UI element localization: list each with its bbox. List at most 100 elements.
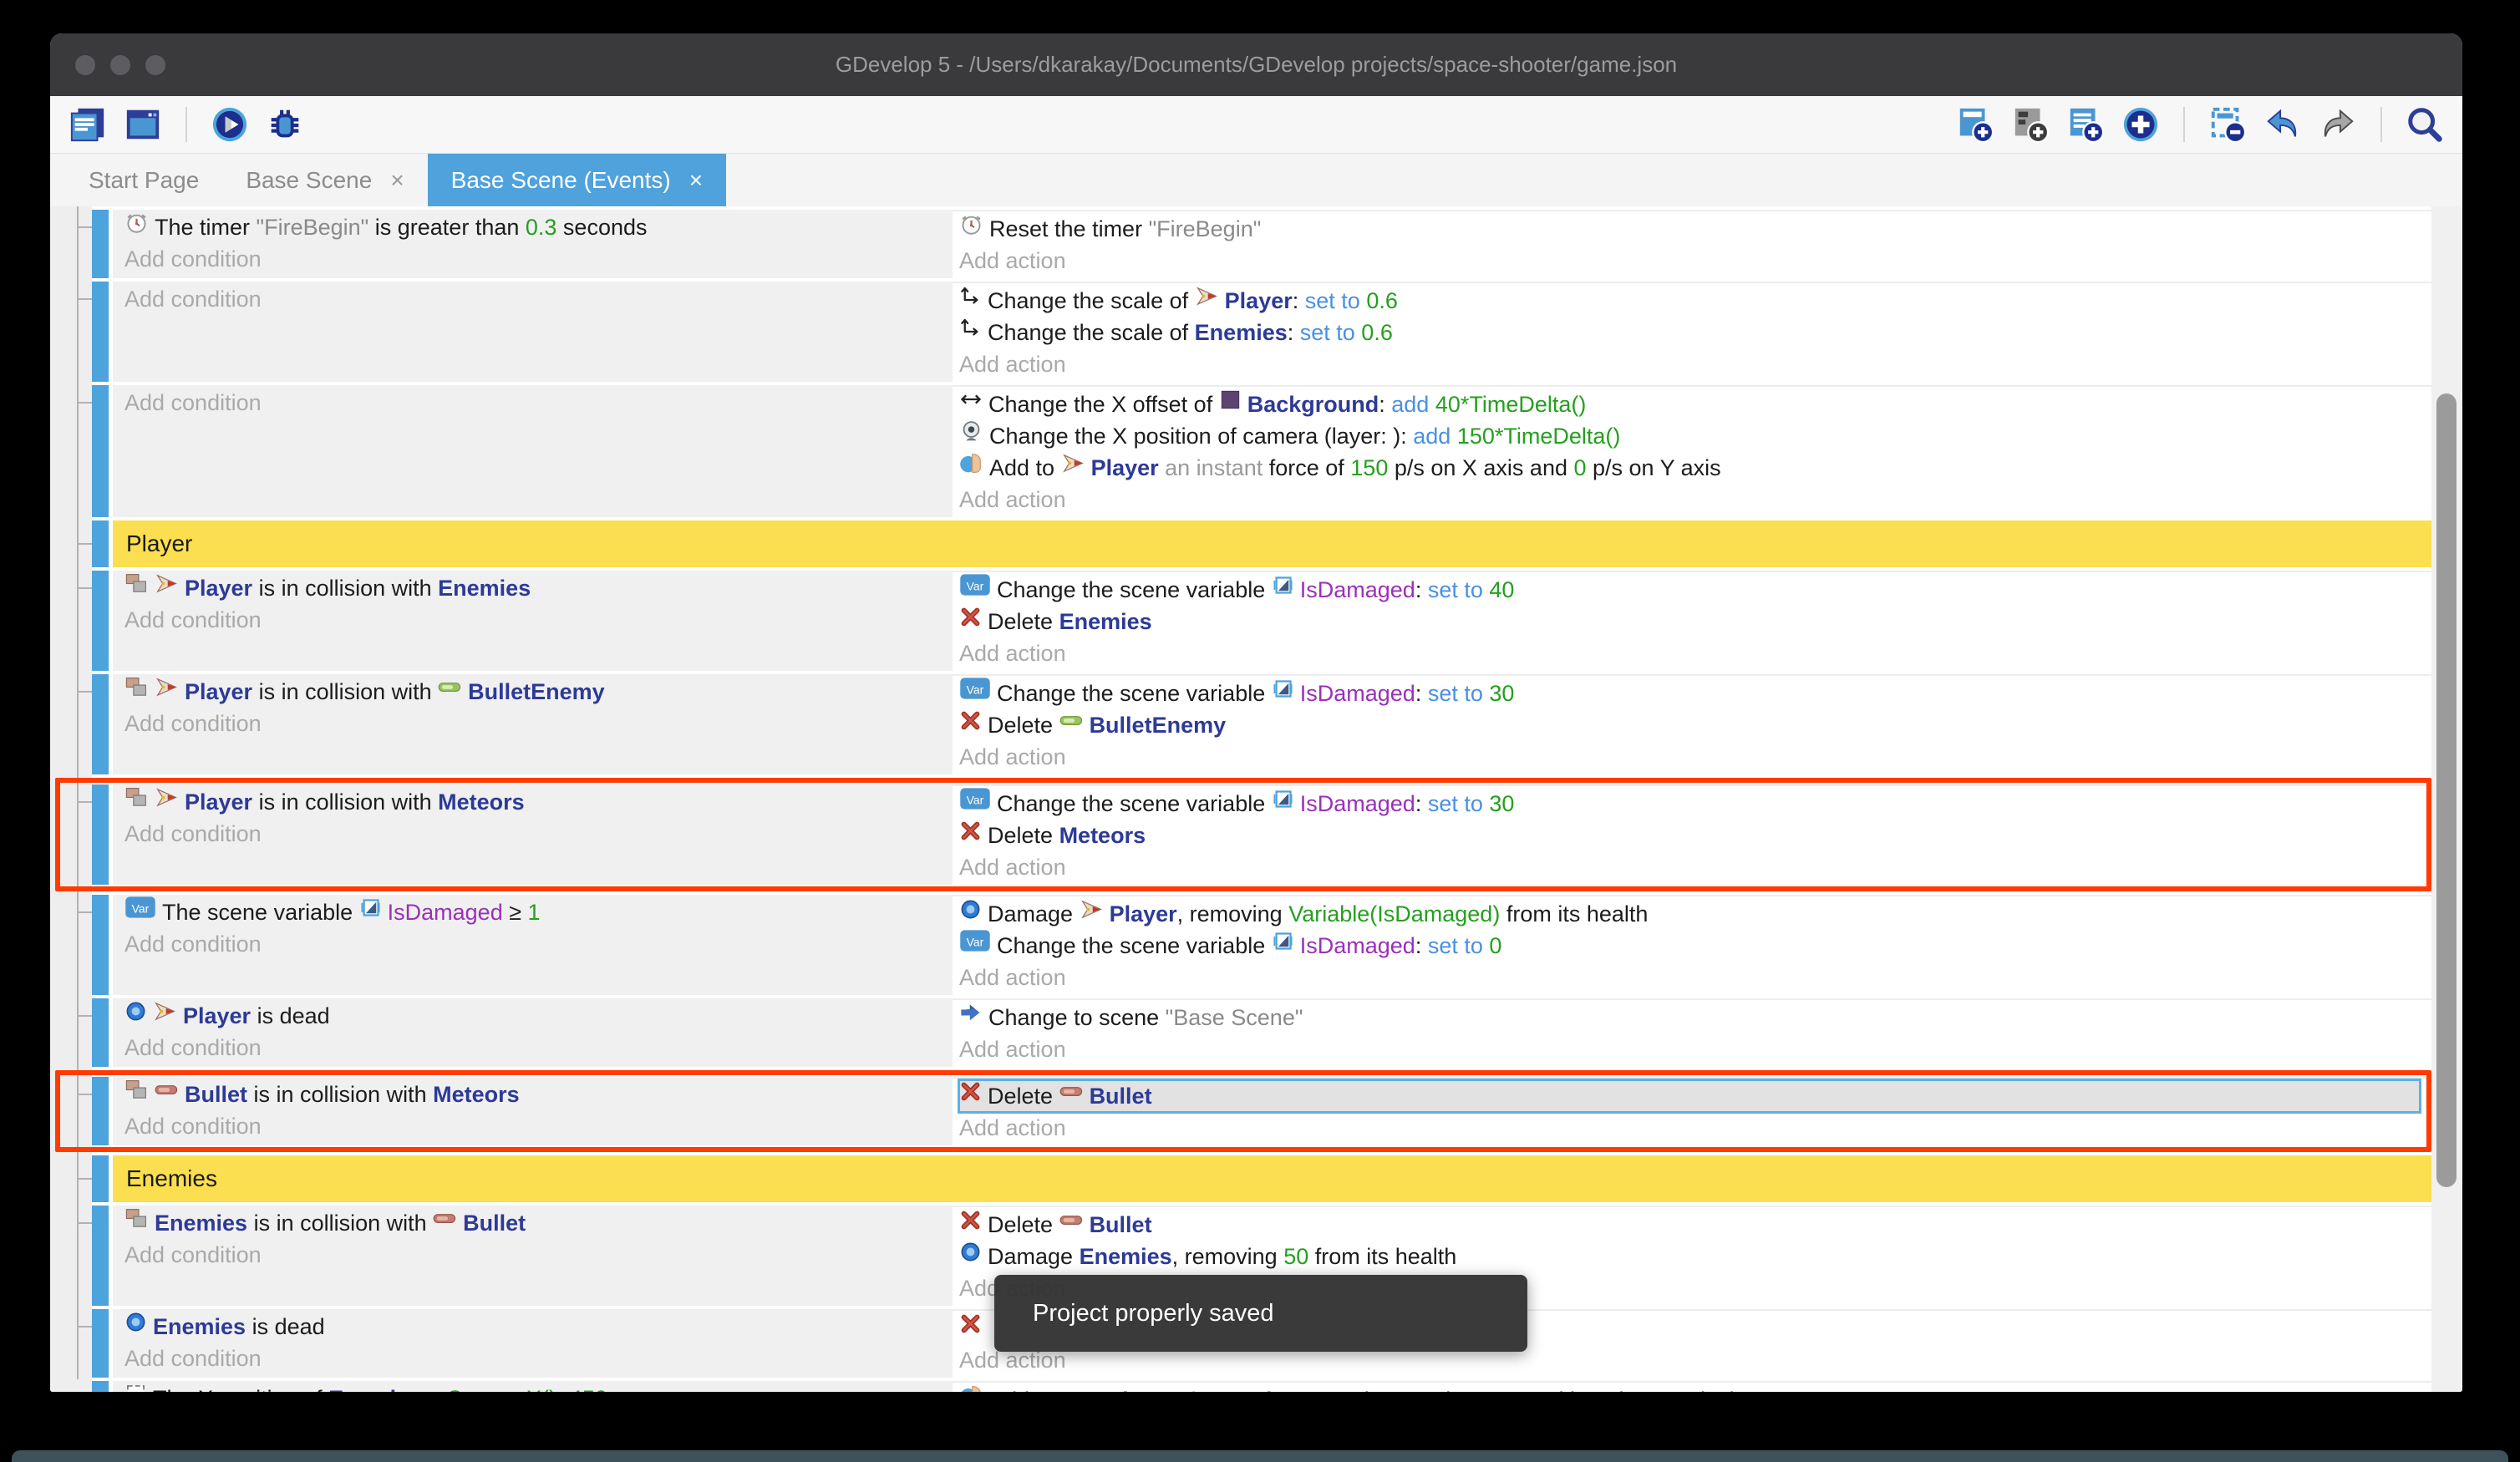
action-line[interactable]: Delete Bullet	[959, 1209, 2431, 1241]
action-line[interactable]: Damage Player, removing Variable(IsDamag…	[959, 898, 2431, 930]
action-line[interactable]: Delete Bullet	[959, 1080, 2420, 1112]
conditions-cell[interactable]: The X position of Enemies ≤ CameraX()+45…	[113, 1381, 953, 1392]
add-event-icon[interactable]	[1956, 105, 1994, 144]
condition-line[interactable]: Enemies is in collision with Bullet	[124, 1207, 953, 1239]
add-condition-button[interactable]: Add condition	[124, 243, 953, 275]
actions-cell[interactable]: Change the X offset of Background: add 4…	[953, 385, 2431, 517]
conditions-cell[interactable]: Player is in collision with EnemiesAdd c…	[113, 571, 953, 671]
actions-cell[interactable]: Add to Enemies an instant force, angle: …	[953, 1381, 2431, 1392]
close-tab-icon[interactable]: ×	[689, 167, 703, 194]
redo-icon[interactable]	[2319, 105, 2357, 144]
conditions-cell[interactable]: Player is in collision with BulletEnemyA…	[113, 674, 953, 774]
event-drag-handle[interactable]	[92, 998, 109, 1067]
project-manager-icon[interactable]	[69, 105, 107, 144]
event-drag-handle[interactable]	[92, 520, 109, 567]
condition-line[interactable]: Player is dead	[124, 1000, 953, 1032]
add-subevent-icon[interactable]	[2011, 105, 2050, 144]
action-line[interactable]: Change the X offset of Background: add 4…	[959, 388, 2431, 420]
add-condition-button[interactable]: Add condition	[124, 387, 953, 419]
event-drag-handle[interactable]	[92, 784, 109, 885]
conditions-cell[interactable]: Add condition	[113, 282, 953, 382]
add-action-button[interactable]: Add action	[959, 741, 2431, 773]
actions-cell[interactable]: VarChange the scene variable IsDamaged: …	[953, 674, 2431, 774]
conditions-cell[interactable]: The timer "FireBegin" is greater than 0.…	[113, 210, 953, 278]
add-something-icon[interactable]	[2121, 105, 2160, 144]
add-condition-button[interactable]: Add condition	[124, 928, 953, 960]
event-drag-handle[interactable]	[92, 385, 109, 517]
close-tab-icon[interactable]: ×	[390, 167, 404, 194]
add-action-button[interactable]: Add action	[959, 962, 2431, 993]
scene-editor-icon[interactable]	[124, 105, 162, 144]
add-action-button[interactable]: Add action	[959, 348, 2431, 380]
tab-start-page[interactable]: Start Page	[65, 154, 222, 206]
action-line[interactable]: Change the scale of Player: set to 0.6	[959, 285, 2431, 317]
zoom-window-button[interactable]	[145, 55, 165, 75]
vertical-scrollbar[interactable]	[2431, 206, 2462, 1392]
actions-cell[interactable]: Delete BulletAdd action	[953, 1077, 2426, 1145]
event-drag-handle[interactable]	[92, 1155, 109, 1202]
condition-line[interactable]: Player is in collision with Meteors	[124, 786, 953, 818]
condition-line[interactable]: The timer "FireBegin" is greater than 0.…	[124, 211, 953, 243]
action-line[interactable]: VarChange the scene variable IsDamaged: …	[959, 678, 2431, 709]
remove-event-icon[interactable]	[2208, 105, 2247, 144]
add-condition-button[interactable]: Add condition	[124, 1110, 953, 1142]
action-line[interactable]: Add to Player an instant force of 150 p/…	[959, 452, 2431, 484]
add-action-button[interactable]: Add action	[959, 1033, 2431, 1065]
scrollbar-thumb[interactable]	[2436, 393, 2456, 1187]
debug-icon[interactable]	[266, 105, 304, 144]
tab-base-scene[interactable]: Base Scene×	[222, 154, 427, 206]
group-header-enemies[interactable]: Enemies	[113, 1155, 2431, 1202]
actions-cell[interactable]: VarChange the scene variable IsDamaged: …	[953, 571, 2431, 671]
action-line[interactable]: VarChange the scene variable IsDamaged: …	[959, 930, 2431, 962]
condition-line[interactable]: Player is in collision with BulletEnemy	[124, 676, 953, 708]
conditions-cell[interactable]: VarThe scene variable IsDamaged ≥ 1Add c…	[113, 895, 953, 995]
event-drag-handle[interactable]	[92, 674, 109, 774]
actions-cell[interactable]: Change to scene "Base Scene"Add action	[953, 998, 2431, 1067]
action-line[interactable]: Change the scale of Enemies: set to 0.6	[959, 317, 2431, 348]
event-drag-handle[interactable]	[92, 895, 109, 995]
actions-cell[interactable]: VarChange the scene variable IsDamaged: …	[953, 784, 2426, 885]
action-line[interactable]: Add to Enemies an instant force, angle: …	[959, 1384, 2431, 1392]
group-header-player[interactable]: Player	[113, 520, 2431, 567]
condition-line[interactable]: VarThe scene variable IsDamaged ≥ 1	[124, 896, 953, 928]
add-condition-button[interactable]: Add condition	[124, 283, 953, 315]
condition-line[interactable]: Enemies is dead	[124, 1311, 953, 1343]
conditions-cell[interactable]: Add condition	[113, 385, 953, 517]
close-window-button[interactable]	[75, 55, 95, 75]
add-condition-button[interactable]: Add condition	[124, 604, 953, 636]
event-drag-handle[interactable]	[92, 1077, 109, 1145]
action-line[interactable]: Change the X position of camera (layer: …	[959, 420, 2431, 452]
add-action-button[interactable]: Add action	[959, 484, 2431, 515]
add-condition-button[interactable]: Add condition	[124, 818, 953, 850]
conditions-cell[interactable]: Player is deadAdd condition	[113, 998, 953, 1067]
add-comment-icon[interactable]	[2066, 105, 2105, 144]
action-line[interactable]: Reset the timer "FireBegin"	[959, 213, 2431, 245]
action-line[interactable]: VarChange the scene variable IsDamaged: …	[959, 574, 2431, 606]
search-icon[interactable]	[2406, 105, 2444, 144]
event-drag-handle[interactable]	[92, 210, 109, 278]
event-drag-handle[interactable]	[92, 1206, 109, 1306]
add-condition-button[interactable]: Add condition	[124, 1032, 953, 1064]
condition-line[interactable]: Player is in collision with Enemies	[124, 572, 953, 604]
add-condition-button[interactable]: Add condition	[124, 1343, 953, 1374]
condition-line[interactable]: Bullet is in collision with Meteors	[124, 1079, 953, 1110]
conditions-cell[interactable]: Enemies is deadAdd condition	[113, 1309, 953, 1378]
event-drag-handle[interactable]	[92, 282, 109, 382]
add-action-button[interactable]: Add action	[959, 245, 2431, 277]
conditions-cell[interactable]: Enemies is in collision with BulletAdd c…	[113, 1206, 953, 1306]
conditions-cell[interactable]: Bullet is in collision with MeteorsAdd c…	[113, 1077, 953, 1145]
actions-cell[interactable]: Reset the timer "FireBegin"Add action	[953, 210, 2431, 278]
add-action-button[interactable]: Add action	[959, 1112, 2426, 1144]
action-line[interactable]: Delete BulletEnemy	[959, 709, 2431, 741]
actions-cell[interactable]: Change the scale of Player: set to 0.6Ch…	[953, 282, 2431, 382]
minimize-window-button[interactable]	[110, 55, 130, 75]
event-drag-handle[interactable]	[92, 1309, 109, 1378]
event-drag-handle[interactable]	[92, 571, 109, 671]
tab-base-scene-events-[interactable]: Base Scene (Events)×	[428, 154, 726, 206]
conditions-cell[interactable]: Player is in collision with MeteorsAdd c…	[113, 784, 953, 885]
actions-cell[interactable]: Damage Player, removing Variable(IsDamag…	[953, 895, 2431, 995]
action-line[interactable]: Delete Enemies	[959, 606, 2431, 637]
event-drag-handle[interactable]	[92, 1381, 109, 1392]
add-action-button[interactable]: Add action	[959, 851, 2426, 883]
undo-icon[interactable]	[2263, 105, 2302, 144]
